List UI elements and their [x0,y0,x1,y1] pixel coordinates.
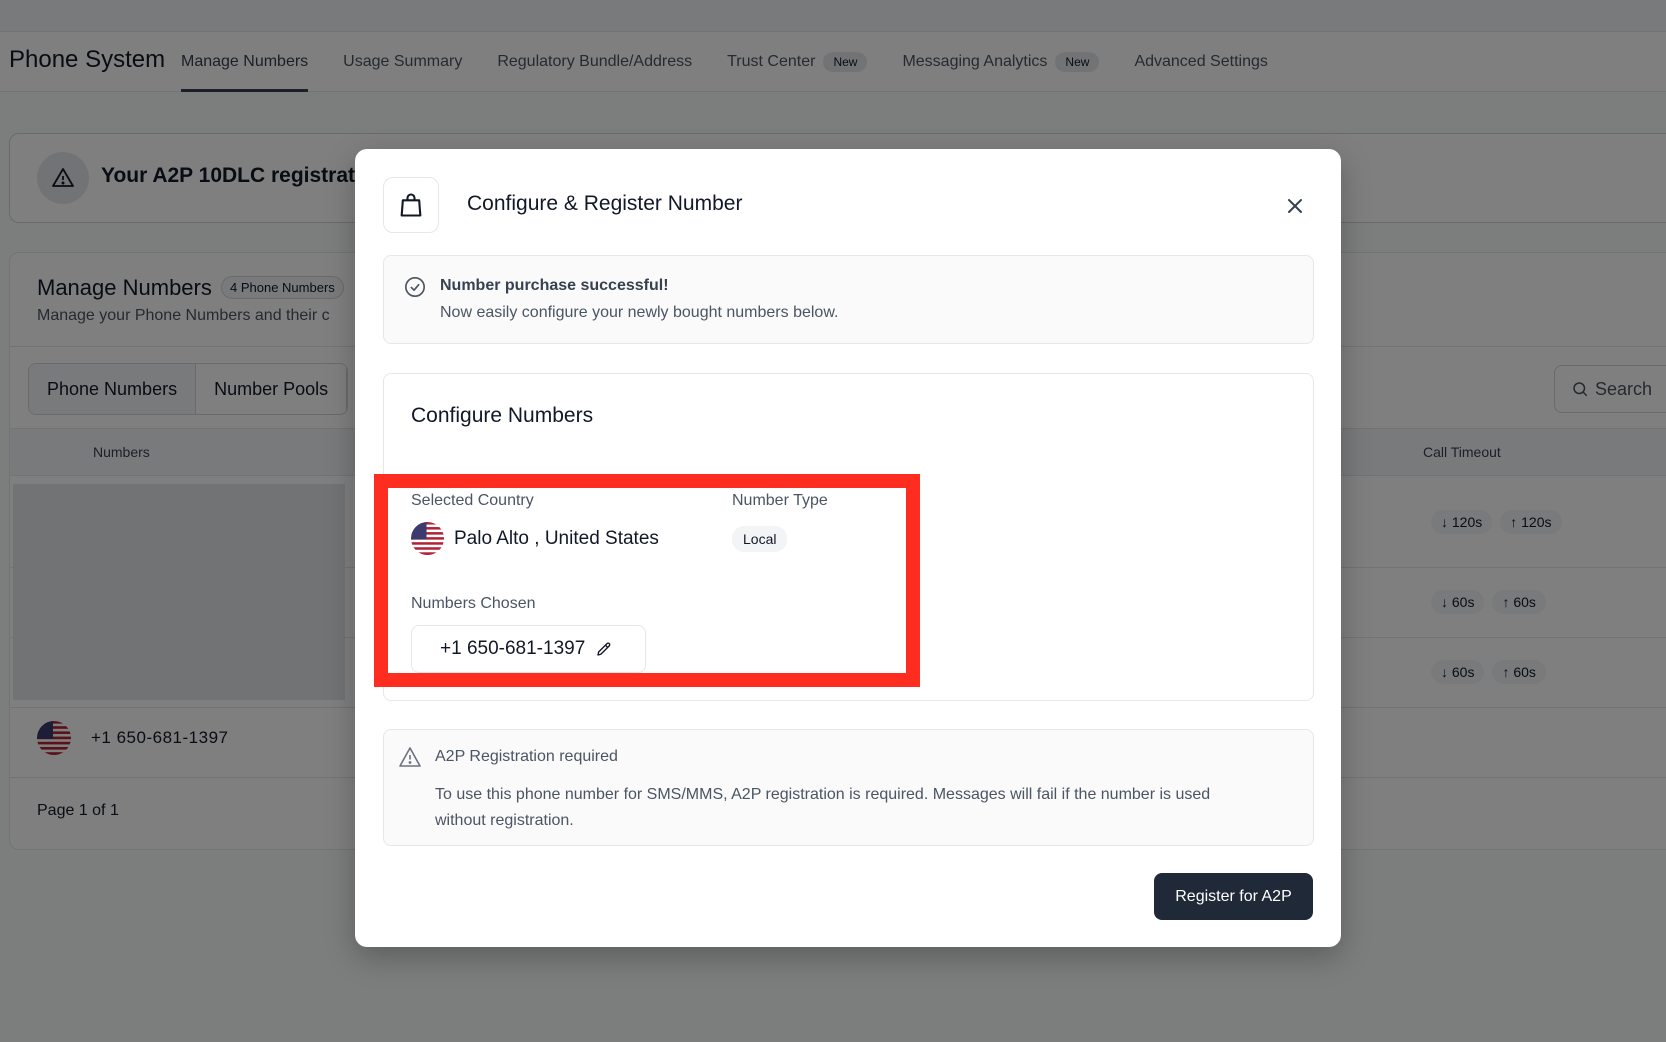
chosen-number-chip[interactable]: +1 650-681-1397 [411,625,646,673]
pencil-icon[interactable] [595,640,613,658]
shopping-bag-icon [383,177,439,233]
number-type-badge: Local [732,526,788,552]
number-type-label: Number Type [732,492,828,509]
register-a2p-button[interactable]: Register for A2P [1154,873,1313,920]
success-description: Now easily configure your newly bought n… [440,304,839,321]
a2p-registration-alert: A2P Registration required To use this ph… [383,729,1314,846]
us-flag-icon [411,522,444,555]
warning-icon [399,747,421,767]
a2p-alert-description: To use this phone number for SMS/MMS, A2… [435,786,1211,829]
country-text: Palo Alto , United States [454,527,659,549]
a2p-alert-title: A2P Registration required [435,748,618,765]
selected-country-label: Selected Country [411,492,534,509]
check-circle-icon [405,277,425,297]
modal-title: Configure & Register Number [467,192,743,215]
numbers-chosen-label: Numbers Chosen [411,595,536,612]
close-icon [1288,199,1302,213]
purchase-success-alert: Number purchase successful! Now easily c… [383,255,1314,344]
close-button[interactable] [1281,192,1309,220]
success-title: Number purchase successful! [440,277,669,294]
configure-numbers-title: Configure Numbers [411,404,594,427]
selected-country-value: Palo Alto , United States [411,522,659,555]
chosen-number: +1 650-681-1397 [440,638,586,659]
